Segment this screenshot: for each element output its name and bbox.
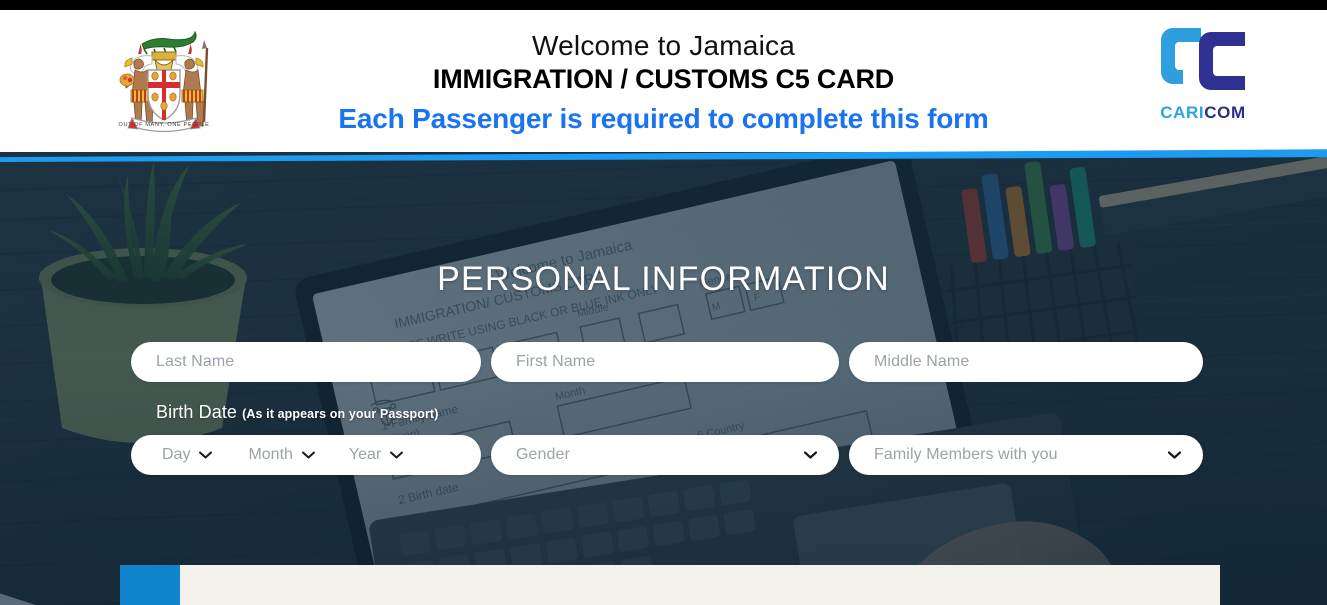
chevron-down-icon: [199, 451, 213, 459]
section-title: PERSONAL INFORMATION: [437, 260, 890, 298]
first-name-input[interactable]: First Name: [491, 342, 839, 382]
chevron-down-icon: [390, 451, 404, 459]
middle-name-placeholder: Middle Name: [874, 353, 970, 370]
month-select[interactable]: Month: [242, 446, 320, 464]
gender-select-value: Gender: [516, 446, 570, 463]
caricom-wordmark: CARICOM: [1160, 103, 1245, 123]
birth-date-group: Day Month Year: [131, 435, 481, 475]
chevron-down-icon: [1168, 451, 1181, 459]
caricom-logo: CARICOM: [1147, 22, 1259, 134]
last-name-input[interactable]: Last Name: [131, 342, 481, 382]
year-select[interactable]: Year: [343, 446, 409, 464]
caricom-word-light: CARI: [1160, 103, 1205, 122]
date-and-details-row: Day Month Year Gender Family Members wit…: [131, 435, 1203, 475]
page-title: IMMIGRATION / CUSTOMS C5 CARD: [432, 63, 895, 94]
caricom-word-dark: COM: [1204, 103, 1246, 122]
birth-date-label-text: Birth Date: [156, 402, 238, 422]
day-select-value: Day: [162, 446, 191, 463]
header-text-block: Welcome to Jamaica IMMIGRATION / CUSTOMS…: [338, 29, 989, 134]
family-members-select[interactable]: Family Members with you: [849, 435, 1203, 475]
welcome-line: Welcome to Jamaica: [532, 29, 795, 61]
chevron-down-icon: [804, 451, 817, 459]
day-select[interactable]: Day: [156, 446, 218, 464]
header-subtitle: Each Passenger is required to complete t…: [338, 102, 989, 134]
first-name-placeholder: First Name: [516, 353, 596, 370]
jamaica-coat-of-arms-icon: OUT OF MANY, ONE PEOPLE: [108, 18, 220, 140]
year-select-value: Year: [348, 446, 382, 463]
page-root: OUT OF MANY, ONE PEOPLE Welcome to Jamai…: [0, 0, 1327, 605]
bottom-blue-accent-block: [120, 565, 180, 605]
svg-text:OUT OF MANY, ONE PEOPLE: OUT OF MANY, ONE PEOPLE: [119, 122, 210, 128]
gender-select[interactable]: Gender: [491, 435, 839, 475]
chevron-down-icon: [301, 451, 315, 459]
last-name-placeholder: Last Name: [156, 353, 235, 370]
month-select-value: Month: [248, 446, 293, 463]
name-fields-row: Last Name First Name Middle Name: [131, 342, 1203, 382]
birth-date-note: (As it appears on your Passport): [242, 407, 439, 421]
birth-date-label: Birth Date (As it appears on your Passpo…: [156, 402, 438, 423]
middle-name-input[interactable]: Middle Name: [849, 342, 1203, 382]
family-members-select-value: Family Members with you: [874, 446, 1058, 463]
bottom-content-panel: [180, 565, 1220, 605]
top-black-bar: [0, 0, 1327, 10]
site-header: OUT OF MANY, ONE PEOPLE Welcome to Jamai…: [0, 10, 1327, 152]
hero-section: Welcome to Jamaica IMMIGRATION/ CUSTOMS …: [0, 152, 1327, 605]
